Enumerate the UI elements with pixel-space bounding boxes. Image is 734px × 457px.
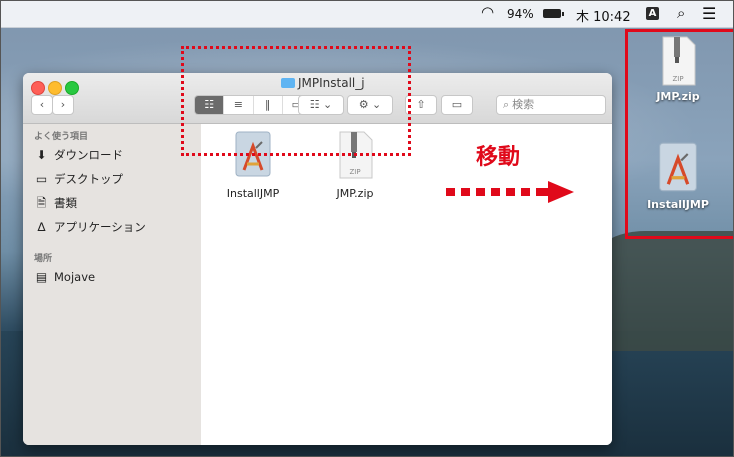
- search-placeholder: 検索: [512, 98, 535, 111]
- zip-badge: ZIP: [349, 168, 361, 176]
- search-input[interactable]: ⌕ 検索: [496, 95, 606, 115]
- sidebar-favorites-header: よく使う項目: [34, 132, 89, 142]
- sidebar-item-label: デスクトップ: [54, 172, 123, 186]
- file-name: InstallJMP: [647, 198, 709, 211]
- selection-annotation-box: [181, 46, 411, 156]
- sidebar-item-label: アプリケーション: [54, 220, 146, 234]
- move-annotation-label: 移動: [476, 145, 521, 170]
- battery-percent: 94%: [507, 7, 534, 21]
- wifi-icon[interactable]: ◠: [481, 3, 494, 21]
- move-arrow-icon: [446, 181, 574, 203]
- fullscreen-button[interactable]: [65, 81, 79, 95]
- sidebar-locations-header: 場所: [34, 254, 53, 264]
- sidebar-item-documents[interactable]: 🗎 書類: [34, 195, 77, 211]
- sidebar-item-mojave[interactable]: ▤ Mojave: [34, 270, 95, 284]
- sidebar-item-applications[interactable]: ∆ アプリケーション: [34, 219, 146, 235]
- notification-center-icon[interactable]: ☰: [702, 4, 716, 23]
- forward-button[interactable]: ›: [52, 95, 74, 115]
- close-button[interactable]: [31, 81, 45, 95]
- sidebar-item-downloads[interactable]: ⬇ ダウンロード: [34, 147, 123, 163]
- desktop-icon: ▭: [35, 171, 48, 186]
- zip-badge: ZIP: [672, 75, 684, 83]
- desktop: ◠ 94% 木 10:42 A ⌕ ☰ JMPInstall_j ‹ › ☷ ≡…: [0, 0, 734, 457]
- clock[interactable]: 木 10:42: [576, 6, 631, 25]
- desktop-file-jmp-zip[interactable]: ZIP JMP.zip: [630, 35, 726, 103]
- minimize-button[interactable]: [48, 81, 62, 95]
- battery-icon[interactable]: [543, 9, 564, 18]
- file-name: JMP.zip: [656, 90, 700, 103]
- file-area[interactable]: InstallJMP ZIP JMP.zip: [201, 124, 612, 445]
- file-name: InstallJMP: [226, 187, 280, 200]
- installer-app-icon: [659, 142, 697, 192]
- sidebar-item-label: 書類: [54, 196, 77, 210]
- menu-bar: ◠ 94% 木 10:42 A ⌕ ☰: [1, 1, 733, 28]
- tag-icon[interactable]: ▭: [441, 95, 473, 115]
- input-source-icon[interactable]: A: [646, 7, 659, 20]
- sidebar-item-label: ダウンロード: [54, 148, 123, 162]
- desktop-file-installjmp[interactable]: InstallJMP: [630, 141, 726, 211]
- disk-icon: ▤: [35, 269, 48, 284]
- documents-icon: 🗎: [36, 195, 47, 210]
- spotlight-search-icon[interactable]: ⌕: [677, 4, 685, 22]
- sidebar-item-label: Mojave: [54, 270, 96, 284]
- sidebar-item-desktop[interactable]: ▭ デスクトップ: [34, 171, 123, 187]
- file-name: JMP.zip: [336, 187, 374, 200]
- sidebar: よく使う項目 ⬇ ダウンロード ▭ デスクトップ 🗎 書類 ∆ アプリケーション 場所 …: [23, 124, 201, 445]
- applications-icon: ∆: [37, 219, 46, 234]
- download-icon: ⬇: [36, 147, 47, 162]
- search-icon: ⌕: [503, 98, 510, 111]
- back-button[interactable]: ‹: [31, 95, 53, 115]
